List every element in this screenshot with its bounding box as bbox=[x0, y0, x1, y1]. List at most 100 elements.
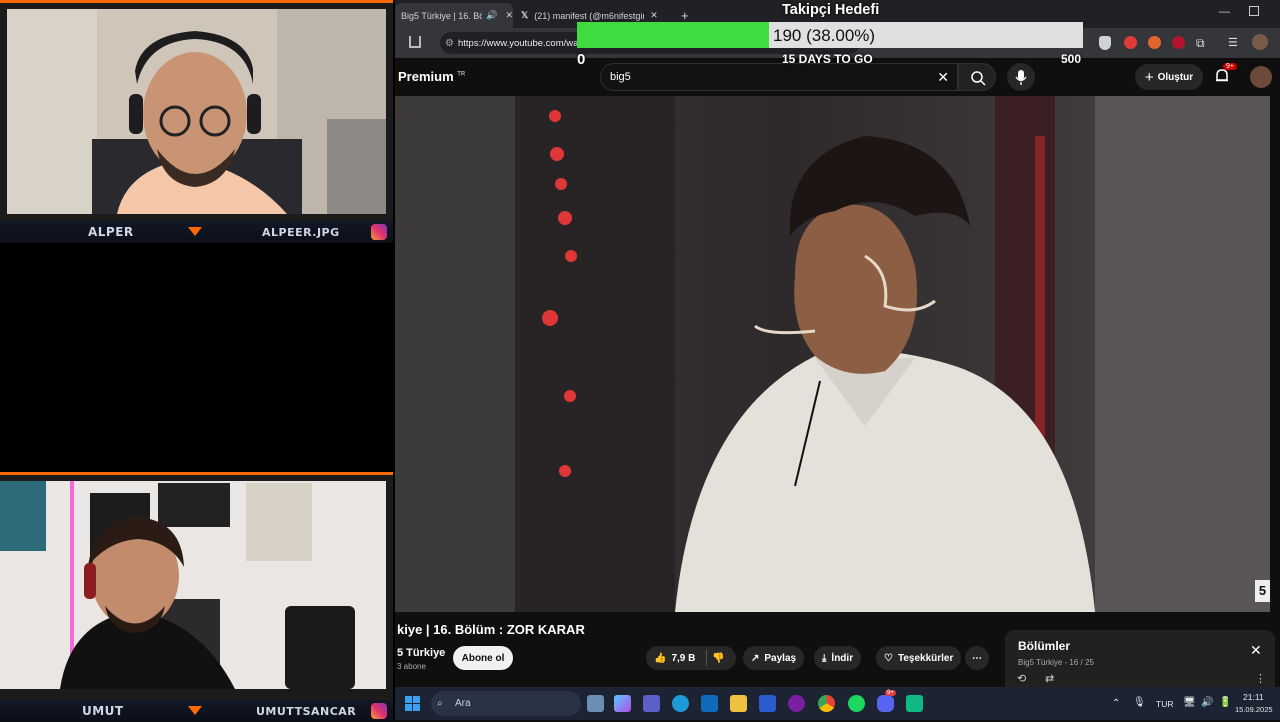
subscriber-count: 3 abone bbox=[397, 662, 426, 671]
chrome-icon[interactable] bbox=[818, 695, 835, 712]
teams-icon[interactable] bbox=[643, 695, 660, 712]
url-text: https://www.youtube.com/wa bbox=[458, 37, 579, 49]
youtube-logo[interactable]: Premium TR bbox=[398, 69, 465, 84]
notifications-button[interactable]: 9+ bbox=[1215, 63, 1237, 84]
maximize-button[interactable] bbox=[1249, 6, 1259, 16]
playlist-panel: Bölümler Big5 Türkiye - 16 / 25 ✕ ⟲ ⇄ ⋮ bbox=[1005, 630, 1275, 687]
speaker-icon: 🔊 bbox=[486, 10, 498, 20]
language-indicator[interactable]: TUR bbox=[1156, 699, 1173, 709]
thanks-button[interactable]: ♡ Teşekkürler bbox=[876, 646, 962, 670]
goal-min: 0 bbox=[577, 51, 586, 68]
volume-icon[interactable]: 🔊 bbox=[1201, 697, 1213, 708]
tab-youtube[interactable]: Big5 Türkiye | 16. Bölüm 🔊 ✕ bbox=[395, 3, 513, 28]
ublock-icon[interactable] bbox=[1172, 36, 1185, 49]
create-label: Oluştur bbox=[1157, 71, 1194, 83]
chrome-window: Big5 Türkiye | 16. Bölüm 🔊 ✕ 𝕏 (21) mani… bbox=[395, 0, 1280, 687]
start-icon[interactable] bbox=[405, 696, 420, 711]
loop-icon[interactable]: ⟲ bbox=[1017, 672, 1026, 685]
share-icon: ↗ bbox=[751, 652, 760, 664]
subscribe-button[interactable]: Abone ol bbox=[453, 646, 513, 670]
mic-icon[interactable]: 🎙 bbox=[1133, 697, 1146, 708]
search-icon: ⌕ bbox=[437, 698, 443, 709]
goal-progress-fill bbox=[577, 22, 770, 48]
instagram-icon bbox=[371, 224, 387, 240]
playlist-title[interactable]: Bölümler bbox=[1018, 639, 1070, 653]
account-avatar[interactable] bbox=[1250, 66, 1272, 88]
goal-progress-bar: 190 (38.00%) bbox=[577, 22, 1083, 48]
clock-date[interactable]: 15.09.2025 bbox=[1235, 705, 1273, 714]
like-dislike-group: 👍 7,9 B 👎 bbox=[646, 646, 736, 670]
instagram-icon bbox=[371, 703, 387, 719]
divider bbox=[706, 650, 708, 666]
close-icon[interactable]: ✕ bbox=[1250, 642, 1262, 659]
more-icon: ⋯ bbox=[972, 652, 982, 664]
stream-overlay: ALPER ALPEER.JPG UMUT UMUTTSANCAR bbox=[0, 0, 395, 722]
x-logo-icon: 𝕏 bbox=[521, 10, 529, 20]
logo-text: Premium bbox=[398, 69, 454, 84]
streamer-name: UMUT bbox=[82, 704, 124, 718]
spotify-icon[interactable] bbox=[848, 695, 865, 712]
search-placeholder: Ara bbox=[455, 698, 471, 709]
more-vert-icon[interactable]: ⋮ bbox=[1255, 672, 1266, 685]
network-icon[interactable]: 🖥 bbox=[1183, 697, 1196, 708]
discord-icon[interactable]: 9+ bbox=[877, 690, 896, 712]
instagram-handle: ALPEER.JPG bbox=[262, 225, 340, 239]
webcam-frame-top: ALPER ALPEER.JPG bbox=[0, 0, 393, 243]
taskbar-search[interactable]: ⌕ Ara bbox=[431, 691, 581, 716]
minimize-button[interactable]: — bbox=[1219, 6, 1230, 18]
thumbs-down-icon[interactable]: 👎 bbox=[712, 653, 724, 664]
goal-max: 500 bbox=[1061, 52, 1082, 66]
profile-avatar[interactable] bbox=[1252, 34, 1268, 50]
extension-icon[interactable] bbox=[1148, 36, 1161, 49]
region-code: TR bbox=[457, 71, 466, 78]
extensions-puzzle-icon[interactable]: ⧉ bbox=[1196, 36, 1205, 51]
shield-icon[interactable] bbox=[1099, 36, 1111, 50]
video-player[interactable]: 5 bbox=[395, 96, 1270, 612]
store-icon[interactable] bbox=[759, 695, 776, 712]
arrow-down-icon bbox=[188, 227, 202, 236]
file-explorer-icon[interactable] bbox=[730, 695, 747, 712]
outlook-icon[interactable] bbox=[701, 695, 718, 712]
reading-list-icon[interactable]: ☰ bbox=[1228, 36, 1238, 49]
app-icon[interactable] bbox=[788, 695, 805, 712]
video-title: kiye | 16. Bölüm : ZOR KARAR bbox=[397, 622, 585, 637]
app-icon[interactable] bbox=[906, 695, 923, 712]
close-icon[interactable]: ✕ bbox=[505, 10, 513, 21]
video-frame bbox=[395, 96, 1270, 612]
home-icon[interactable] bbox=[409, 36, 421, 48]
share-button[interactable]: ↗ Paylaş bbox=[743, 646, 805, 670]
copilot-icon[interactable] bbox=[614, 695, 631, 712]
bell-icon bbox=[1216, 69, 1228, 82]
goal-value: 190 (38.00%) bbox=[773, 26, 876, 45]
more-actions-button[interactable]: ⋯ bbox=[965, 646, 989, 670]
follower-goal-widget: Takipçi Hedefi 190 (38.00%) 0 15 DAYS TO… bbox=[577, 0, 1085, 70]
thumbs-up-icon[interactable]: 👍 bbox=[654, 653, 666, 664]
search-query: big5 bbox=[610, 71, 631, 83]
download-icon: ⤓ bbox=[822, 652, 827, 664]
extension-icon[interactable] bbox=[1124, 36, 1137, 49]
streamer-name: ALPER bbox=[88, 225, 134, 239]
task-view-icon[interactable] bbox=[587, 695, 604, 712]
webcam-nameplate: UMUT UMUTTSANCAR bbox=[0, 700, 393, 722]
download-label: İndir bbox=[831, 652, 854, 664]
like-count[interactable]: 7,9 B bbox=[671, 653, 695, 664]
goal-days-left: 15 DAYS TO GO bbox=[782, 52, 873, 66]
create-button[interactable]: + Oluştur bbox=[1135, 64, 1203, 90]
discord-badge: 9+ bbox=[885, 690, 896, 696]
channel-name[interactable]: 5 Türkiye bbox=[397, 647, 445, 659]
webcam-feed-umut bbox=[0, 481, 386, 689]
goal-title: Takipçi Hedefi bbox=[782, 2, 880, 18]
edge-icon[interactable] bbox=[672, 695, 689, 712]
battery-icon[interactable]: 🔋 bbox=[1219, 697, 1231, 708]
download-button[interactable]: ⤓ İndir bbox=[814, 646, 862, 670]
shuffle-icon[interactable]: ⇄ bbox=[1045, 672, 1054, 685]
arrow-down-icon bbox=[188, 706, 202, 715]
clock-time[interactable]: 21:11 bbox=[1243, 692, 1264, 702]
webcam-nameplate: ALPER ALPEER.JPG bbox=[0, 221, 393, 243]
channel-watermark[interactable]: 5 bbox=[1255, 580, 1270, 602]
playlist-subtitle: Big5 Türkiye - 16 / 25 bbox=[1018, 658, 1094, 667]
site-settings-icon[interactable]: ⚙ bbox=[445, 38, 454, 49]
windows-taskbar: ⌕ Ara 9+ ⌃ 🎙 TUR 🖥 🔊 🔋 21:11 15.09.2025 bbox=[395, 687, 1280, 720]
chevron-up-icon[interactable]: ⌃ bbox=[1112, 698, 1120, 709]
webcam-feed-alper bbox=[7, 9, 386, 214]
